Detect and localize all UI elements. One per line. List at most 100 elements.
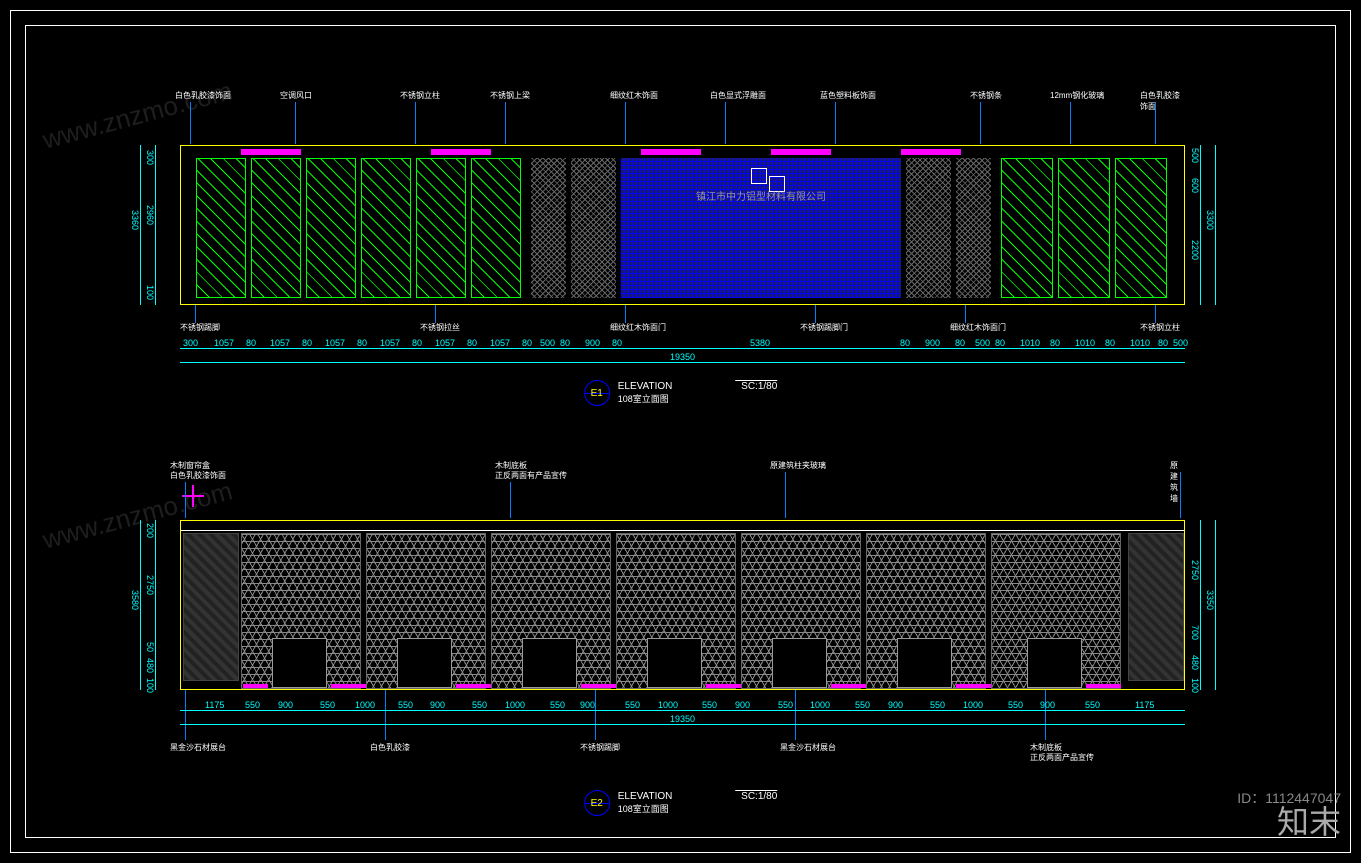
dim-value: 300: [183, 338, 198, 348]
dim-total: 3580: [130, 590, 140, 610]
e2-title-block: E2 ELEVATION SC:1/80 108室立面图: [584, 790, 778, 816]
callout-label: 细纹红木饰面门: [610, 322, 666, 333]
dim-value: 80: [522, 338, 532, 348]
callout-label: 原建筑柱夹玻璃: [770, 460, 826, 471]
callout-label: 空调风口: [280, 90, 312, 101]
dim-value: 900: [278, 700, 293, 710]
callout-label: 不锈钢立柱: [400, 90, 440, 101]
callout-label: 不锈钢立柱: [1140, 322, 1180, 333]
dim-value: 80: [900, 338, 910, 348]
display-niche: [397, 638, 452, 688]
callout-label: 白色显式浮雕面: [710, 90, 766, 101]
dim-value: 1057: [325, 338, 345, 348]
callout-label: 白色乳胶漆饰面: [1140, 90, 1185, 112]
wood-panel: [956, 158, 991, 298]
glass-panel: [1001, 158, 1053, 298]
callout-label: 细纹红木饰面门: [950, 322, 1006, 333]
ac-vent: [901, 149, 961, 155]
callout-label: 12mm钢化玻璃: [1050, 90, 1104, 101]
callout-label: 白色乳胶漆饰面: [170, 470, 226, 481]
kick-strip: [1086, 684, 1121, 688]
dim-value: 2750: [145, 575, 155, 595]
dim-value: 600: [1190, 178, 1200, 193]
e2-elevation-box: [180, 520, 1185, 690]
display-bay: [241, 533, 361, 689]
kick-strip: [831, 684, 866, 688]
dim-value: 900: [1040, 700, 1055, 710]
dim-value: 900: [735, 700, 750, 710]
kick-strip: [706, 684, 741, 688]
e1-top-label-row: 白色乳胶漆饰面 空调风口 不锈钢立柱 不锈钢上梁 细纹红木饰面 白色显式浮雕面 …: [180, 90, 1185, 110]
dim-value: 550: [320, 700, 335, 710]
leader-line: [505, 102, 506, 144]
dim-vline: [1215, 520, 1216, 690]
dim-value: 2750: [1190, 560, 1200, 580]
leader-line: [510, 482, 511, 518]
dim-value: 500: [1173, 338, 1188, 348]
display-niche: [522, 638, 577, 688]
dim-value: 100: [145, 678, 155, 693]
dim-value: 550: [245, 700, 260, 710]
dim-value: 5380: [750, 338, 770, 348]
display-niche: [772, 638, 827, 688]
dim-value: 1057: [270, 338, 290, 348]
dim-total: 3360: [130, 210, 140, 230]
callout-label: 不锈钢上梁: [490, 90, 530, 101]
dim-value: 500: [540, 338, 555, 348]
dim-value: 80: [612, 338, 622, 348]
leader-line: [965, 305, 966, 323]
kick-strip: [456, 684, 491, 688]
dim-value: 550: [625, 700, 640, 710]
leader-line: [625, 102, 626, 144]
leader-line: [1070, 102, 1071, 144]
elevation-e2: 木制窗帘盒 白色乳胶漆饰面 木制底板 正反两面有产品宣传 原建筑柱夹玻璃 原建筑…: [180, 460, 1185, 770]
leader-line: [385, 690, 386, 740]
display-bay: [491, 533, 611, 689]
glass-panel: [306, 158, 356, 298]
display-bay: [866, 533, 986, 689]
display-bay: [366, 533, 486, 689]
elevation-tag-circle: E1: [584, 380, 610, 406]
dim-value: 80: [995, 338, 1005, 348]
ac-vent: [641, 149, 701, 155]
end-panel: [183, 533, 239, 681]
glass-panel: [471, 158, 521, 298]
dim-value: 80: [1105, 338, 1115, 348]
leader-line: [1180, 472, 1181, 518]
ac-vent: [431, 149, 491, 155]
leader-line: [980, 102, 981, 144]
glass-panel: [251, 158, 301, 298]
glass-panel: [1058, 158, 1110, 298]
elevation-scale: SC:1/80: [735, 790, 777, 802]
leader-line: [1155, 102, 1156, 144]
dim-value: 550: [702, 700, 717, 710]
display-bay: [991, 533, 1121, 689]
display-bay: [741, 533, 861, 689]
leader-line: [725, 102, 726, 144]
dim-value: 550: [855, 700, 870, 710]
callout-label: 白色乳胶漆饰面: [175, 90, 231, 101]
dim-value: 550: [472, 700, 487, 710]
callout-label: 原建筑墙: [1170, 460, 1185, 504]
dim-value: 900: [888, 700, 903, 710]
elevation-tag-circle: E2: [584, 790, 610, 816]
dim-line: [180, 724, 1185, 725]
leader-line: [185, 690, 186, 740]
dim-vline: [140, 520, 141, 690]
callout-label: 不锈钢踢脚: [180, 322, 220, 333]
dim-vline: [155, 520, 156, 690]
glass-panel: [416, 158, 466, 298]
dim-value: 900: [580, 700, 595, 710]
dim-value: 700: [1190, 625, 1200, 640]
display-niche: [1027, 638, 1082, 688]
dim-total: 19350: [670, 352, 695, 362]
brand-watermark: 知末: [1277, 797, 1341, 843]
dim-value: 1000: [505, 700, 525, 710]
dim-value: 1000: [658, 700, 678, 710]
dim-value: 80: [246, 338, 256, 348]
callout-label: 细纹红木饰面: [610, 90, 658, 101]
dim-line: [180, 710, 1185, 711]
dim-value: 80: [467, 338, 477, 348]
leader-line: [625, 305, 626, 323]
leader-line: [190, 102, 191, 144]
